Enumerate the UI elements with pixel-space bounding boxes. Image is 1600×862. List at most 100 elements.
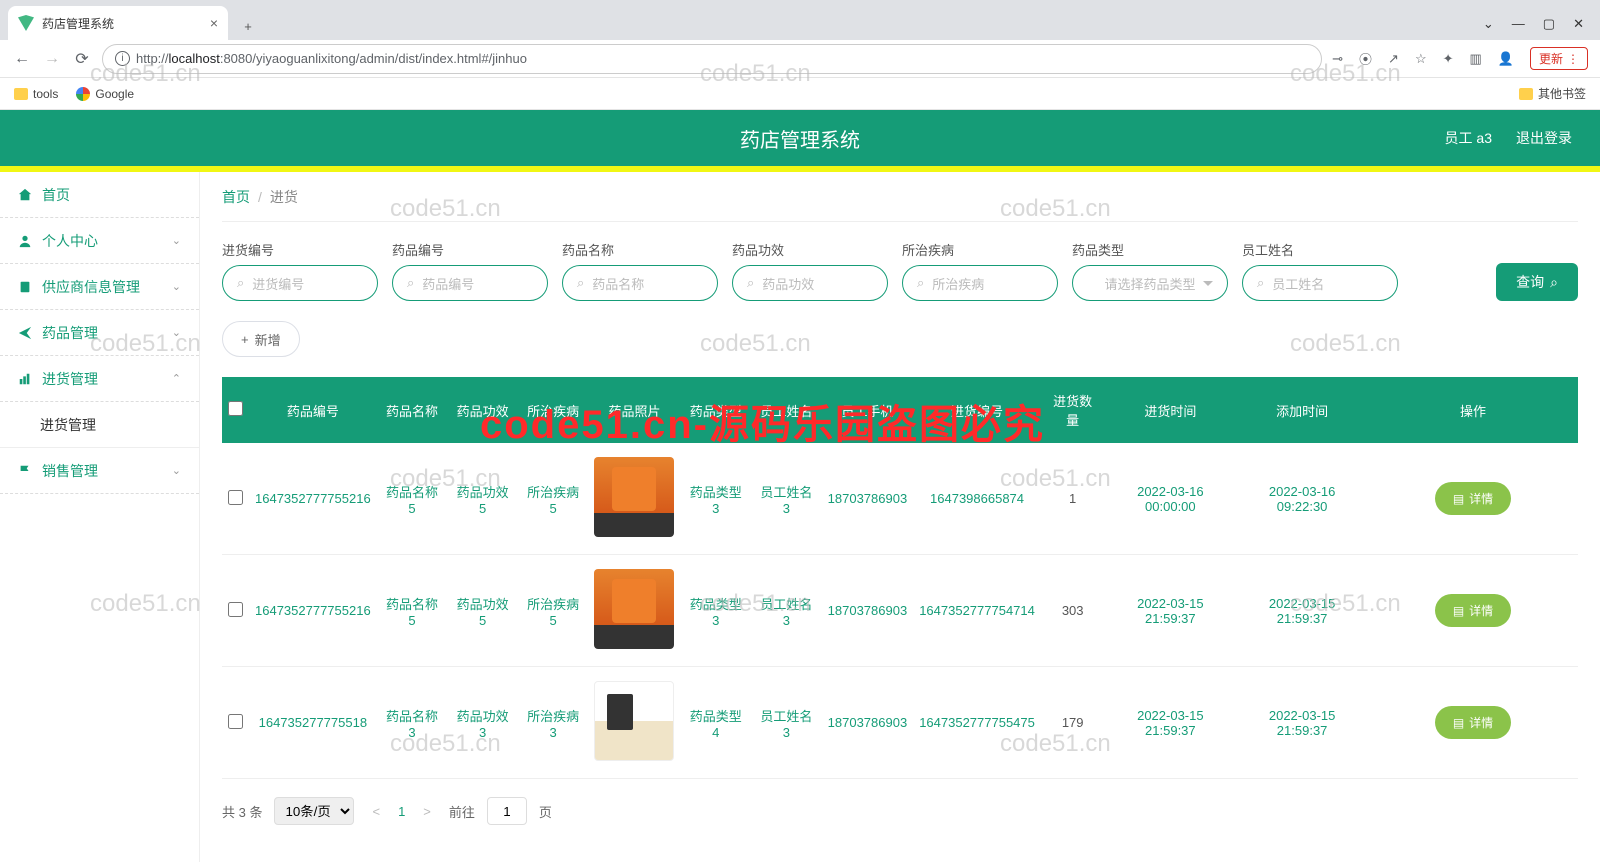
table-header: 所治疾病 bbox=[518, 377, 589, 443]
row-checkbox[interactable] bbox=[228, 490, 243, 505]
row-checkbox[interactable] bbox=[228, 602, 243, 617]
table-header: 进货编号 bbox=[913, 377, 1041, 443]
update-button[interactable]: 更新⋮ bbox=[1530, 47, 1588, 70]
doc-icon: ▤ bbox=[1453, 492, 1464, 506]
detail-button[interactable]: ▤ 详情 bbox=[1435, 706, 1511, 739]
table-cell: 303 bbox=[1041, 555, 1105, 667]
table-header: 药品类型 bbox=[680, 377, 751, 443]
search-icon: ⌕ bbox=[407, 275, 414, 291]
staff-name-input[interactable]: ⌕员工姓名 bbox=[1242, 265, 1398, 301]
table-cell: 1647352777755216 bbox=[249, 443, 377, 555]
reload-icon[interactable]: ⟳ bbox=[72, 49, 92, 69]
current-user[interactable]: 员工 a3 bbox=[1445, 128, 1492, 148]
sidebar-label: 销售管理 bbox=[42, 461, 98, 481]
share-icon[interactable]: ↗ bbox=[1388, 51, 1399, 67]
table-cell: 1647352777755216 bbox=[249, 555, 377, 667]
drug-name-input[interactable]: ⌕药品名称 bbox=[562, 265, 718, 301]
url-input[interactable]: i http://localhost:8080/yiyaoguanlixiton… bbox=[102, 44, 1322, 74]
bookmark-other[interactable]: 其他书签 bbox=[1519, 85, 1586, 102]
table-cell: 2022-03-15 21:59:37 bbox=[1236, 555, 1368, 667]
info-icon[interactable]: i bbox=[115, 51, 130, 66]
row-checkbox[interactable] bbox=[228, 714, 243, 729]
add-button[interactable]: +新增 bbox=[222, 321, 300, 357]
table-cell: 员工姓名3 bbox=[751, 555, 822, 667]
table-cell: 18703786903 bbox=[822, 443, 914, 555]
table-cell: 2022-03-15 21:59:37 bbox=[1104, 555, 1236, 667]
browser-tab[interactable]: 药店管理系统 × bbox=[8, 6, 228, 40]
goto-page-input[interactable] bbox=[487, 797, 527, 825]
sidebar-item-medicine[interactable]: 药品管理 ⌄ bbox=[0, 310, 199, 356]
table-header bbox=[222, 377, 249, 443]
table-header: 员工手机 bbox=[822, 377, 914, 443]
logout-link[interactable]: 退出登录 bbox=[1516, 128, 1572, 148]
goto-label: 前往 bbox=[449, 802, 475, 821]
current-page[interactable]: 1 bbox=[398, 804, 405, 819]
sidebar-item-personal[interactable]: 个人中心 ⌄ bbox=[0, 218, 199, 264]
key-icon[interactable]: ⊸ bbox=[1332, 51, 1343, 67]
detail-button[interactable]: ▤ 详情 bbox=[1435, 482, 1511, 515]
data-table: 药品编号药品名称药品功效所治疾病药品照片药品类型员工姓名员工手机进货编号进货数量… bbox=[222, 377, 1578, 779]
sidebar-item-purchase-sub[interactable]: 进货管理 bbox=[0, 402, 199, 448]
table-row: 1647352777755216药品名称5药品功效5所治疾病5药品类型3员工姓名… bbox=[222, 443, 1578, 555]
profile-icon[interactable]: 👤 bbox=[1498, 51, 1514, 67]
bookmarks-bar: tools Google 其他书签 bbox=[0, 78, 1600, 110]
star-icon[interactable]: ☆ bbox=[1415, 51, 1427, 67]
table-row: 1647352777755216药品名称5药品功效5所治疾病5药品类型3员工姓名… bbox=[222, 555, 1578, 667]
bookmark-google[interactable]: Google bbox=[76, 87, 134, 101]
detail-button[interactable]: ▤ 详情 bbox=[1435, 594, 1511, 627]
close-icon[interactable]: × bbox=[210, 15, 218, 31]
back-icon[interactable]: ← bbox=[12, 50, 32, 68]
user-icon bbox=[18, 234, 32, 248]
minimize-icon[interactable]: — bbox=[1512, 16, 1525, 32]
folder-icon bbox=[14, 88, 28, 100]
table-cell: 员工姓名3 bbox=[751, 667, 822, 779]
disease-input[interactable]: ⌕所治疾病 bbox=[902, 265, 1058, 301]
search-icon: ⌕ bbox=[917, 275, 924, 291]
url-prefix: http:// bbox=[136, 51, 169, 66]
select-all-checkbox[interactable] bbox=[228, 401, 243, 416]
table-cell: 所治疾病5 bbox=[518, 555, 589, 667]
forward-icon[interactable]: → bbox=[42, 50, 62, 68]
prev-page-icon[interactable]: < bbox=[366, 804, 386, 819]
next-page-icon[interactable]: > bbox=[417, 804, 437, 819]
favicon-icon bbox=[18, 15, 34, 31]
translate-icon[interactable]: ⦿ bbox=[1359, 49, 1372, 68]
breadcrumb-home[interactable]: 首页 bbox=[222, 187, 250, 207]
table-header: 添加时间 bbox=[1236, 377, 1368, 443]
sidebar-item-supplier[interactable]: 供应商信息管理 ⌄ bbox=[0, 264, 199, 310]
page-suffix: 页 bbox=[539, 802, 552, 821]
drug-type-select[interactable]: 请选择药品类型 bbox=[1072, 265, 1228, 301]
window-controls: ⌄ — ▢ ✕ bbox=[1483, 16, 1600, 40]
pagination: 共 3 条 10条/页 < 1 > 前往 页 bbox=[222, 797, 1578, 825]
table-header: 员工姓名 bbox=[751, 377, 822, 443]
page-size-select[interactable]: 10条/页 bbox=[274, 797, 354, 825]
filter-label: 药品类型 bbox=[1072, 240, 1228, 259]
maximize-icon[interactable]: ▢ bbox=[1543, 16, 1555, 32]
table-cell: 2022-03-15 21:59:37 bbox=[1104, 667, 1236, 779]
chevron-down-icon[interactable]: ⌄ bbox=[1483, 16, 1494, 32]
table-cell: 1 bbox=[1041, 443, 1105, 555]
flag-icon bbox=[18, 464, 32, 478]
close-window-icon[interactable]: ✕ bbox=[1573, 16, 1584, 32]
drug-effect-input[interactable]: ⌕药品功效 bbox=[732, 265, 888, 301]
breadcrumb-current: 进货 bbox=[270, 187, 298, 207]
product-image bbox=[594, 569, 674, 649]
filter-label: 进货编号 bbox=[222, 240, 378, 259]
sidebar-label: 首页 bbox=[42, 185, 70, 205]
folder-icon bbox=[1519, 88, 1533, 100]
side-panel-icon[interactable]: ▥ bbox=[1470, 51, 1482, 67]
drug-no-input[interactable]: ⌕药品编号 bbox=[392, 265, 548, 301]
new-tab-button[interactable]: + bbox=[234, 12, 262, 40]
sidebar-item-sales[interactable]: 销售管理 ⌄ bbox=[0, 448, 199, 494]
chevron-down-icon: ⌄ bbox=[172, 464, 181, 477]
table-cell: 所治疾病5 bbox=[518, 443, 589, 555]
breadcrumb: 首页 / 进货 bbox=[222, 172, 1578, 222]
bookmark-tools[interactable]: tools bbox=[14, 87, 58, 101]
query-button[interactable]: 查询⌕ bbox=[1496, 263, 1578, 301]
sidebar-item-home[interactable]: 首页 bbox=[0, 172, 199, 218]
sidebar-item-purchase[interactable]: 进货管理 ⌃ bbox=[0, 356, 199, 402]
purchase-no-input[interactable]: ⌕进货编号 bbox=[222, 265, 378, 301]
filter-label: 员工姓名 bbox=[1242, 240, 1398, 259]
table-header: 药品编号 bbox=[249, 377, 377, 443]
extensions-icon[interactable]: ✦ bbox=[1443, 51, 1454, 67]
